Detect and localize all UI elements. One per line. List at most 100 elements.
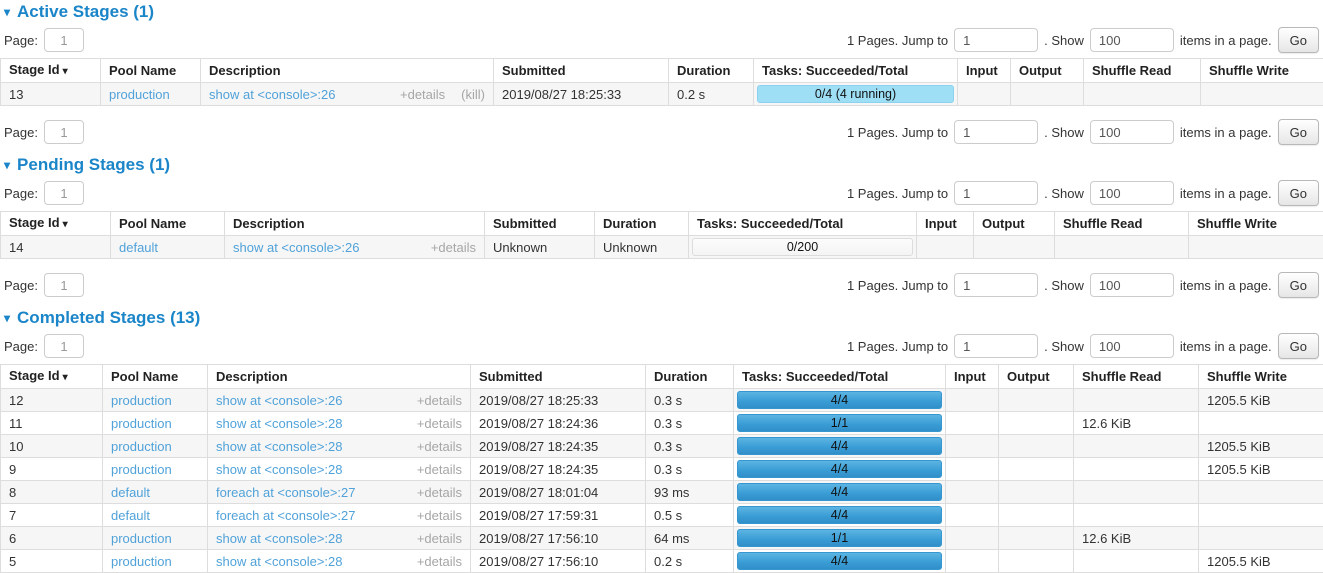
col-pool-name[interactable]: Pool Name [101, 59, 201, 83]
details-link[interactable]: +details [417, 394, 462, 407]
show-count-input[interactable] [1090, 28, 1174, 52]
shuffle-read-cell [1074, 435, 1199, 458]
page-number-input[interactable] [44, 334, 84, 358]
go-button[interactable]: Go [1278, 333, 1319, 359]
pool-name-link[interactable]: production [111, 439, 172, 454]
show-count-input[interactable] [1090, 120, 1174, 144]
submitted-cell: Unknown [485, 236, 595, 259]
col-shuffle-write[interactable]: Shuffle Write [1189, 212, 1323, 236]
details-link[interactable]: +details [431, 241, 476, 254]
input-cell [958, 83, 1011, 106]
pool-name-link[interactable]: production [111, 393, 172, 408]
pool-name-link[interactable]: default [111, 508, 150, 523]
pool-name-link[interactable]: production [111, 462, 172, 477]
pool-name-link[interactable]: default [119, 240, 158, 255]
details-link[interactable]: +details [417, 555, 462, 568]
sort-desc-icon: ▾ [63, 219, 68, 230]
pending-stages-heading[interactable]: ▾ Pending Stages (1) [4, 156, 1323, 174]
pool-name-link[interactable]: default [111, 485, 150, 500]
details-link[interactable]: +details [417, 486, 462, 499]
description-link[interactable]: show at <console>:26 [216, 394, 342, 407]
description-link[interactable]: show at <console>:26 [233, 241, 359, 254]
description-link[interactable]: foreach at <console>:27 [216, 509, 356, 522]
col-tasks[interactable]: Tasks: Succeeded/Total [734, 365, 946, 389]
col-stage-id[interactable]: Stage Id▾ [1, 59, 101, 83]
go-button[interactable]: Go [1278, 119, 1319, 145]
col-duration[interactable]: Duration [669, 59, 754, 83]
pending-stages-title: Pending Stages (1) [17, 156, 170, 174]
jump-to-input[interactable] [954, 120, 1038, 144]
col-submitted[interactable]: Submitted [485, 212, 595, 236]
details-link[interactable]: +details [417, 440, 462, 453]
description-link[interactable]: show at <console>:28 [216, 532, 342, 545]
col-output[interactable]: Output [999, 365, 1074, 389]
table-row: 5 production show at <console>:28 +detai… [1, 550, 1323, 573]
col-description[interactable]: Description [208, 365, 471, 389]
description-link[interactable]: foreach at <console>:27 [216, 486, 356, 499]
col-duration[interactable]: Duration [646, 365, 734, 389]
col-submitted[interactable]: Submitted [494, 59, 669, 83]
pages-info-label: 1 Pages. Jump to [847, 186, 948, 201]
col-shuffle-read[interactable]: Shuffle Read [1084, 59, 1201, 83]
col-shuffle-read[interactable]: Shuffle Read [1074, 365, 1199, 389]
col-tasks[interactable]: Tasks: Succeeded/Total [754, 59, 958, 83]
col-output[interactable]: Output [1011, 59, 1084, 83]
description-link[interactable]: show at <console>:28 [216, 417, 342, 430]
duration-cell: 0.3 s [646, 435, 734, 458]
details-link[interactable]: +details [417, 509, 462, 522]
col-duration[interactable]: Duration [595, 212, 689, 236]
tasks-progress-bar: 0/200 [692, 238, 913, 256]
kill-link[interactable]: (kill) [461, 88, 485, 101]
col-description[interactable]: Description [201, 59, 494, 83]
details-link[interactable]: +details [417, 532, 462, 545]
description-link[interactable]: show at <console>:28 [216, 440, 342, 453]
col-stage-id[interactable]: Stage Id▾ [1, 212, 111, 236]
col-stage-id[interactable]: Stage Id▾ [1, 365, 103, 389]
go-button[interactable]: Go [1278, 27, 1319, 53]
submitted-cell: 2019/08/27 17:56:10 [471, 550, 646, 573]
page-number-input[interactable] [44, 28, 84, 52]
page-label: Page: [4, 125, 38, 140]
col-input[interactable]: Input [917, 212, 974, 236]
page-number-input[interactable] [44, 181, 84, 205]
pool-name-link[interactable]: production [111, 554, 172, 569]
col-shuffle-write[interactable]: Shuffle Write [1199, 365, 1323, 389]
active-stages-heading[interactable]: ▾ Active Stages (1) [4, 3, 1323, 21]
go-button[interactable]: Go [1278, 180, 1319, 206]
show-count-input[interactable] [1090, 181, 1174, 205]
pool-name-link[interactable]: production [111, 531, 172, 546]
collapse-arrow-icon: ▾ [4, 312, 10, 324]
input-cell [946, 412, 999, 435]
col-description[interactable]: Description [225, 212, 485, 236]
col-shuffle-read[interactable]: Shuffle Read [1055, 212, 1189, 236]
pool-name-link[interactable]: production [111, 416, 172, 431]
jump-to-input[interactable] [954, 181, 1038, 205]
go-button[interactable]: Go [1278, 272, 1319, 298]
description-link[interactable]: show at <console>:28 [216, 463, 342, 476]
col-shuffle-write[interactable]: Shuffle Write [1201, 59, 1323, 83]
details-link[interactable]: +details [417, 463, 462, 476]
jump-to-input[interactable] [954, 273, 1038, 297]
col-pool-name[interactable]: Pool Name [111, 212, 225, 236]
completed-stages-heading[interactable]: ▾ Completed Stages (13) [4, 309, 1323, 327]
details-link[interactable]: +details [400, 88, 445, 101]
show-count-input[interactable] [1090, 334, 1174, 358]
page-number-input[interactable] [44, 120, 84, 144]
stage-id-cell: 9 [1, 458, 103, 481]
page-number-input[interactable] [44, 273, 84, 297]
jump-to-input[interactable] [954, 28, 1038, 52]
active-stages-title: Active Stages (1) [17, 3, 154, 21]
table-row: 8 default foreach at <console>:27 +detai… [1, 481, 1323, 504]
description-link[interactable]: show at <console>:28 [216, 555, 342, 568]
col-tasks[interactable]: Tasks: Succeeded/Total [689, 212, 917, 236]
col-input[interactable]: Input [946, 365, 999, 389]
pool-name-link[interactable]: production [109, 87, 170, 102]
col-input[interactable]: Input [958, 59, 1011, 83]
col-submitted[interactable]: Submitted [471, 365, 646, 389]
details-link[interactable]: +details [417, 417, 462, 430]
col-pool-name[interactable]: Pool Name [103, 365, 208, 389]
jump-to-input[interactable] [954, 334, 1038, 358]
col-output[interactable]: Output [974, 212, 1055, 236]
description-link[interactable]: show at <console>:26 [209, 88, 335, 101]
show-count-input[interactable] [1090, 273, 1174, 297]
